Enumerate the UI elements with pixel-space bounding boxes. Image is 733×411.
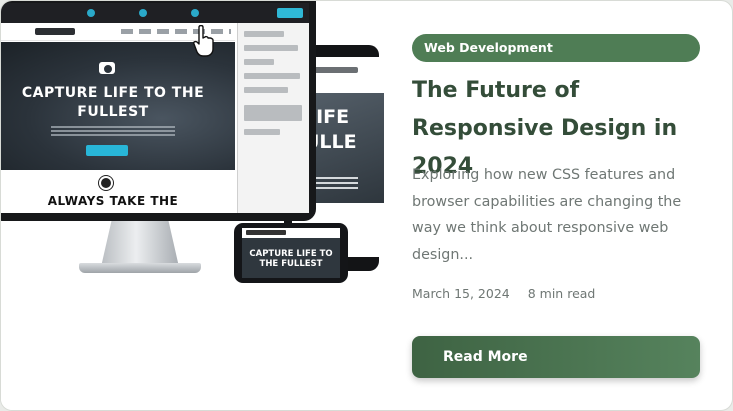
hand-cursor-icon: [193, 25, 214, 57]
phone-device: CAPTURE LIFE TO THE FULLEST: [234, 223, 348, 283]
phone-headline: CAPTURE LIFE TO THE FULLEST: [249, 249, 333, 269]
phone-screen: CAPTURE LIFE TO THE FULLEST: [242, 228, 340, 278]
monitor-stand: [101, 219, 179, 267]
article-excerpt: Exploring how new CSS features and brows…: [412, 167, 682, 263]
sun-icon: [101, 178, 111, 188]
site-cta: [86, 145, 128, 156]
monitor-base: [79, 263, 201, 273]
site-hero: CAPTURE LIFE TO THE FULLEST: [1, 42, 235, 170]
monitor-section-title: ALWAYS TAKE THE: [47, 194, 179, 208]
article-meta: March 15, 2024 8 min read: [412, 285, 702, 303]
monitor-screen: CAPTURE LIFE TO THE FULLEST ALWAYS TAKE …: [1, 3, 309, 213]
read-more-button[interactable]: Read More: [412, 336, 700, 378]
editor-toolbar: [1, 3, 309, 23]
category-badge[interactable]: Web Development: [412, 34, 700, 62]
monitor-headline: CAPTURE LIFE TO THE FULLEST: [21, 85, 205, 120]
camera-icon: [99, 62, 115, 74]
editor-panel: [237, 23, 309, 213]
article-card: LIFE ULLE CAPTURE LIFE TO THE FULLEST AL…: [0, 0, 733, 411]
tablet-headline: LIFE ULLE: [304, 106, 357, 153]
article-image: LIFE ULLE CAPTURE LIFE TO THE FULLEST AL…: [1, 1, 391, 410]
article-content: Web Development The Future of Responsive…: [412, 1, 712, 410]
article-date: March 15, 2024: [412, 286, 510, 301]
read-time: 8 min read: [527, 286, 596, 301]
